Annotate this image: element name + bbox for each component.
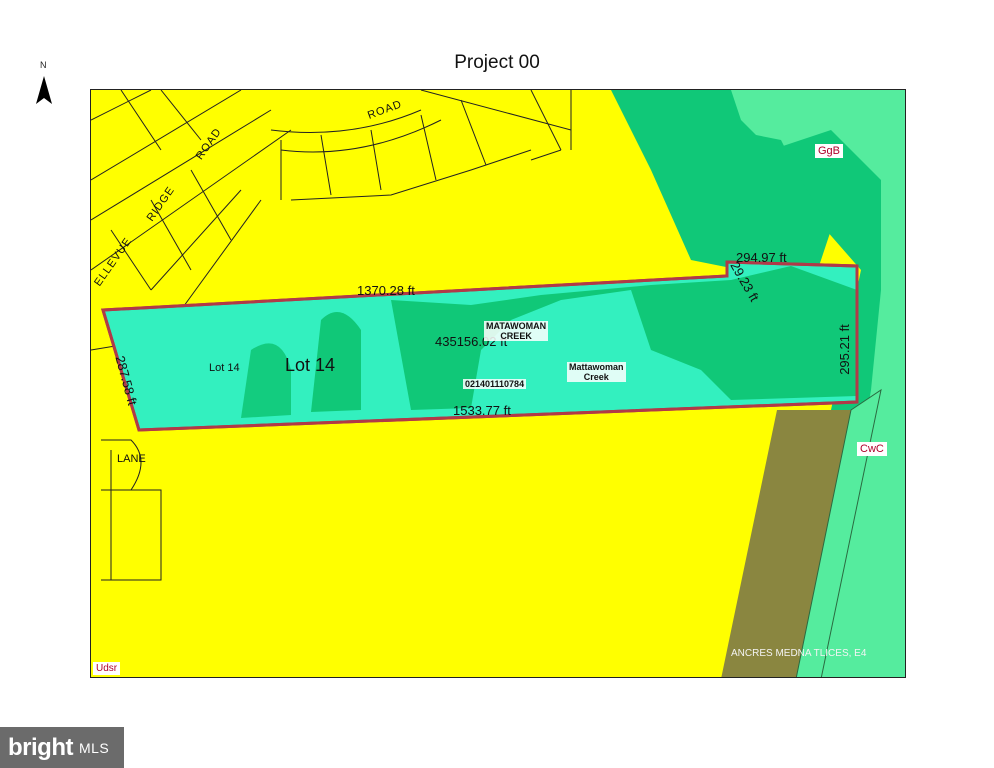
lane-label: LANE xyxy=(117,453,146,465)
east-side-dimension: 295.21 ft xyxy=(836,324,852,375)
creek-label-caps: MATAWOMAN CREEK xyxy=(484,321,549,341)
north-label: N xyxy=(40,60,47,70)
creek-label-caps-line2: CREEK xyxy=(500,331,532,341)
map-canvas[interactable]: ROAD ROAD RIDGE ELLEVUE LANE 1370.28 ft … xyxy=(90,89,906,678)
creek-label-line2: Creek xyxy=(583,372,609,382)
parcel-id: 021401110784 xyxy=(463,379,527,389)
brand-watermark: bright MLS xyxy=(0,727,124,768)
brand-suffix: MLS xyxy=(78,739,110,756)
north-side-dimension: 1370.28 ft xyxy=(357,283,415,298)
lot-name-small: Lot 14 xyxy=(209,362,240,374)
soil-label-ggb: GgB xyxy=(815,144,844,158)
soil-label-udsr: Udsr xyxy=(93,662,121,675)
brand-name: bright xyxy=(8,733,73,761)
creek-label: Mattawoman Creek xyxy=(567,362,626,382)
ne-side-dimension: 294.97 ft xyxy=(736,250,787,265)
map-title: Project 00 xyxy=(454,52,540,73)
south-side-dimension: 1533.77 ft xyxy=(453,403,511,418)
creek-label-line1: Mattawoman xyxy=(569,362,624,372)
creek-label-caps-line1: MATAWOMAN xyxy=(486,321,547,331)
north-arrow: N xyxy=(34,60,58,108)
soil-label-cwc: CwC xyxy=(857,442,887,456)
lot-name-large: Lot 14 xyxy=(285,355,336,375)
bottom-note: ANCRES MEDNA TLICES, E4 xyxy=(731,648,867,659)
